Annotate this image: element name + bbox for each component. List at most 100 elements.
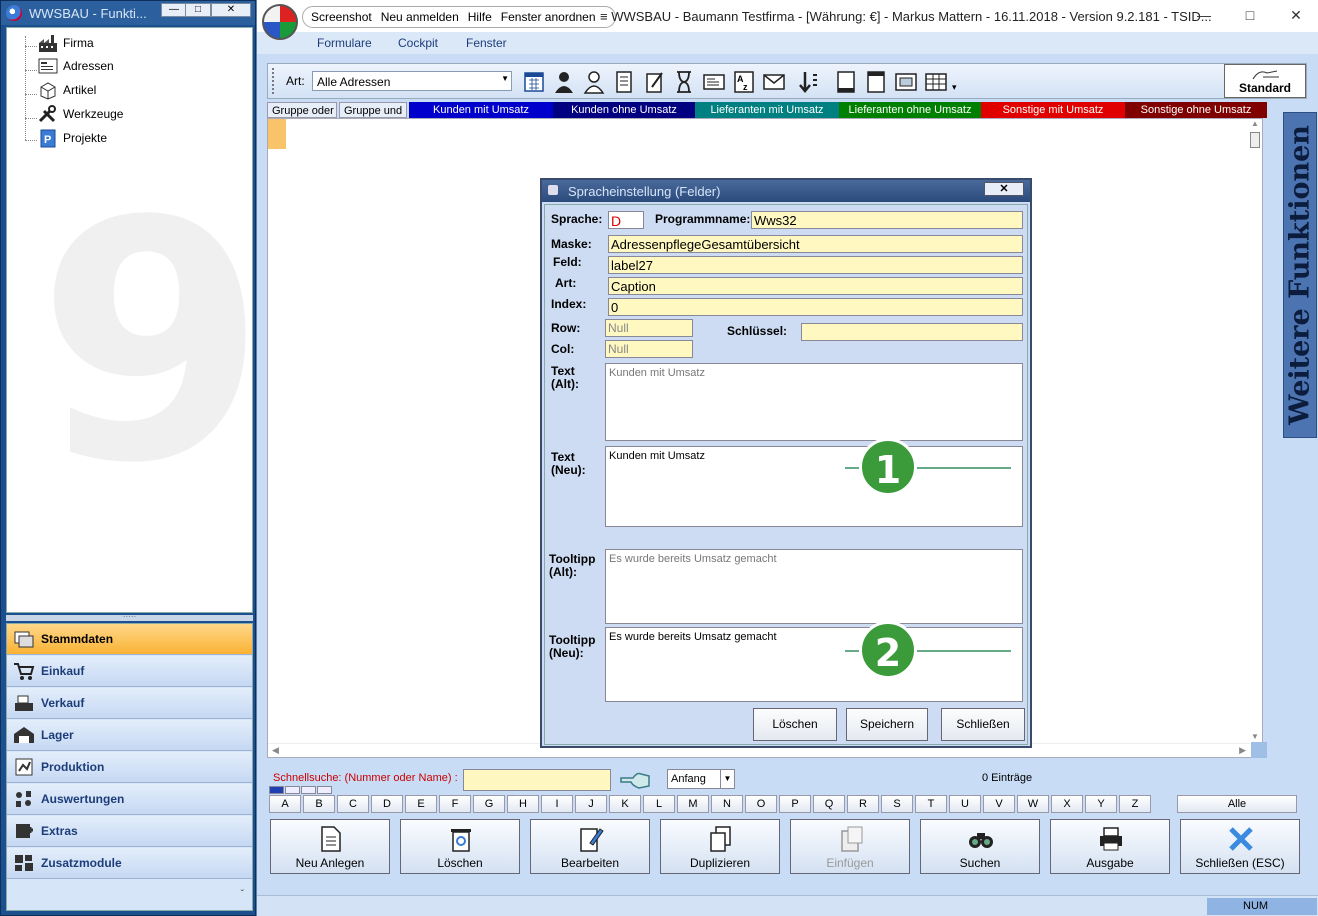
schluessel-field[interactable] [801,323,1023,341]
letter-button-h[interactable]: H [507,795,539,813]
scroll-thumb[interactable] [1250,132,1260,148]
tree-item-werkzeuge[interactable]: Werkzeuge [37,103,123,125]
letter-button-o[interactable]: O [745,795,777,813]
menu-fenster[interactable]: Fenster [466,36,507,50]
dialog-titlebar[interactable]: Spracheinstellung (Felder) ✕ [542,180,1030,202]
letter-button-r[interactable]: R [847,795,879,813]
panel-splitter[interactable]: ····· [6,613,253,621]
art-select[interactable]: Alle Adressen ▼ [312,71,512,91]
index-field[interactable]: 0 [608,298,1023,316]
letter-button-k[interactable]: K [609,795,641,813]
menu-hilfe[interactable]: Hilfe [468,10,492,24]
tab-gruppe-oder[interactable]: Gruppe oder [267,102,337,118]
nav-item-lager[interactable]: Lager [7,720,252,751]
close-esc-button[interactable]: Schließen (ESC) [1180,819,1300,874]
duplicate-button[interactable]: Duplizieren [660,819,780,874]
dialog-close-button[interactable]: ✕ [984,182,1024,196]
letter-button-y[interactable]: Y [1085,795,1117,813]
nav-more-button[interactable]: ˇ [7,880,252,910]
maximize-button[interactable]: □ [185,3,211,17]
document-icon[interactable] [612,69,636,95]
letter-button-q[interactable]: Q [813,795,845,813]
tab-kunden-mit-umsatz[interactable]: Kunden mit Umsatz [409,102,553,118]
tab-sonstige-mit-umsatz[interactable]: Sonstige mit Umsatz [981,102,1125,118]
nav-item-extras[interactable]: Extras [7,816,252,847]
scroll-left-icon[interactable]: ◀ [272,745,279,756]
menu-cockpit[interactable]: Cockpit [398,36,438,50]
letter-button-f[interactable]: F [439,795,471,813]
letter-button-g[interactable]: G [473,795,505,813]
letter-button-d[interactable]: D [371,795,403,813]
letter-button-t[interactable]: T [915,795,947,813]
letter-button-m[interactable]: M [677,795,709,813]
dialog-save-button[interactable]: Speichern [846,708,928,741]
menu-neu-anmelden[interactable]: Neu anmelden [381,10,459,24]
search-button[interactable]: Suchen [920,819,1040,874]
letter-button-n[interactable]: N [711,795,743,813]
main-titlebar[interactable]: Screenshot Neu anmelden Hilfe Fenster an… [257,0,1318,40]
page-tab[interactable] [317,786,332,794]
letter-button-l[interactable]: L [643,795,675,813]
person-icon[interactable] [552,69,576,95]
edit-button[interactable]: Bearbeiten [530,819,650,874]
weitere-funktionen-tab[interactable]: Weitere Funktionen [1283,112,1317,438]
calendar-icon[interactable] [522,69,546,95]
scroll-right-icon[interactable]: ▶ [1239,745,1246,756]
letter-button-w[interactable]: W [1017,795,1049,813]
menu-formulare[interactable]: Formulare [317,36,372,50]
tree-item-adressen[interactable]: Adressen [37,55,114,77]
letter-button-z[interactable]: Z [1119,795,1151,813]
letter-button-a[interactable]: A [269,795,301,813]
screen-icon[interactable] [894,69,918,95]
toolbar-grip[interactable] [272,68,275,94]
sprache-field[interactable]: D [608,211,644,229]
nav-item-zusatzmodule[interactable]: Zusatzmodule [7,848,252,879]
table-icon[interactable] [924,69,948,95]
letter-button-j[interactable]: J [575,795,607,813]
output-button[interactable]: Ausgabe [1050,819,1170,874]
tree-item-artikel[interactable]: Artikel [37,79,96,101]
close-button[interactable]: ✕ [1273,0,1318,32]
text-alt-area[interactable]: Kunden mit Umsatz [605,363,1023,441]
programmname-field[interactable]: Wws32 [751,211,1023,229]
filter-all-button[interactable]: Alle [1177,795,1297,813]
tab-gruppe-und[interactable]: Gruppe und [339,102,407,118]
mail-icon[interactable] [762,69,786,95]
tab-kunden-ohne-umsatz[interactable]: Kunden ohne Umsatz [553,102,695,118]
vertical-scrollbar[interactable]: ▲ ▼ [1248,119,1262,743]
nav-item-produktion[interactable]: Produktion [7,752,252,783]
pointing-hand-icon[interactable] [619,768,651,790]
scroll-up-icon[interactable]: ▲ [1248,119,1262,128]
card-icon[interactable] [702,69,726,95]
person-outline-icon[interactable] [582,69,606,95]
tab-lieferanten-mit-umsatz[interactable]: Lieferanten mit Umsatz [695,102,839,118]
tree-item-projekte[interactable]: P Projekte [37,127,107,149]
search-mode-select[interactable]: Anfang ▼ [667,769,735,789]
col-field[interactable]: Null [605,340,693,358]
nav-item-auswertungen[interactable]: Auswertungen [7,784,252,815]
tab-lieferanten-ohne-umsatz[interactable]: Lieferanten ohne Umsatz [839,102,981,118]
menu-screenshot[interactable]: Screenshot [311,10,372,24]
delete-button[interactable]: Löschen [400,819,520,874]
feld-field[interactable]: label27 [608,256,1023,274]
nav-item-stammdaten[interactable]: Stammdaten [7,624,252,655]
minimize-button[interactable]: — [161,3,187,17]
maske-field[interactable]: AdressenpflegeGesamtübersicht [608,235,1023,253]
standard-button[interactable]: Standard [1224,64,1306,98]
row-marker[interactable] [268,119,286,149]
tooltip-neu-area[interactable]: Es wurde bereits Umsatz gemacht [605,627,1023,702]
dialog-delete-button[interactable]: Löschen [753,708,837,741]
close-button[interactable]: ✕ [211,3,251,17]
text-neu-area[interactable]: Kunden mit Umsatz [605,446,1023,527]
letter-button-i[interactable]: I [541,795,573,813]
left-window-titlebar[interactable]: WWSBAU - Funkti... — □ ✕ [1,1,255,25]
letter-button-e[interactable]: E [405,795,437,813]
az-sort-icon[interactable]: Az [732,69,756,95]
sort-down-icon[interactable] [796,69,820,95]
letter-button-u[interactable]: U [949,795,981,813]
window-icon[interactable] [864,69,888,95]
minimize-button[interactable]: — [1181,0,1227,32]
letter-button-p[interactable]: P [779,795,811,813]
letter-button-v[interactable]: V [983,795,1015,813]
scroll-down-icon[interactable]: ▼ [1248,732,1262,741]
